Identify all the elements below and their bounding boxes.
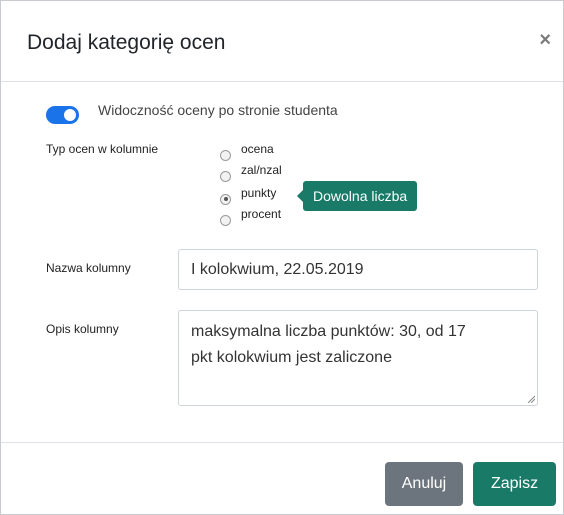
- radio-option-ocena[interactable]: ocena: [220, 142, 274, 161]
- modal-header: Dodaj kategorię ocen ×: [1, 1, 563, 82]
- toggle-knob: [64, 109, 76, 121]
- radio-label: ocena: [241, 142, 274, 156]
- radio-label: zal/nzal: [241, 163, 282, 177]
- radio-option-punkty[interactable]: punkty: [220, 186, 277, 205]
- save-button[interactable]: Zapisz: [473, 462, 556, 506]
- tooltip-text: Dowolna liczba: [313, 188, 408, 204]
- radio-button[interactable]: [220, 214, 231, 226]
- tooltip-arrow: [297, 190, 303, 202]
- radio-label: procent: [241, 207, 282, 221]
- tooltip: Dowolna liczba: [297, 181, 418, 211]
- radio-button[interactable]: [220, 170, 231, 182]
- close-icon[interactable]: ×: [539, 30, 551, 50]
- modal-title: Dodaj kategorię ocen: [27, 31, 226, 54]
- modal-dialog: Dodaj kategorię ocen × Widoczność oceny …: [0, 0, 564, 515]
- column-name-label: Nazwa kolumny: [46, 261, 131, 275]
- column-description-label: Opis kolumny: [46, 322, 119, 336]
- textarea-line: maksymalna liczba punktów: 30, od 17: [191, 323, 466, 340]
- textarea-line: pkt kolokwium jest zaliczone: [191, 349, 392, 366]
- cancel-button[interactable]: Anuluj: [385, 462, 463, 506]
- resize-handle-icon[interactable]: [527, 395, 535, 403]
- radio-button[interactable]: [220, 149, 231, 161]
- column-name-input[interactable]: I kolokwium, 22.05.2019: [178, 249, 538, 290]
- grade-type-label: Typ ocen w kolumnie: [46, 142, 159, 156]
- footer-divider: [1, 442, 563, 443]
- visibility-toggle-label: Widoczność oceny po stronie studenta: [98, 102, 338, 118]
- column-description-textarea[interactable]: maksymalna liczba punktów: 30, od 17 pkt…: [178, 310, 538, 406]
- radio-option-procent[interactable]: procent: [220, 207, 282, 226]
- visibility-toggle[interactable]: [46, 106, 79, 124]
- radio-button-checked[interactable]: [220, 193, 231, 205]
- radio-label: punkty: [241, 186, 277, 200]
- radio-option-zal-nzal[interactable]: zal/nzal: [220, 163, 282, 182]
